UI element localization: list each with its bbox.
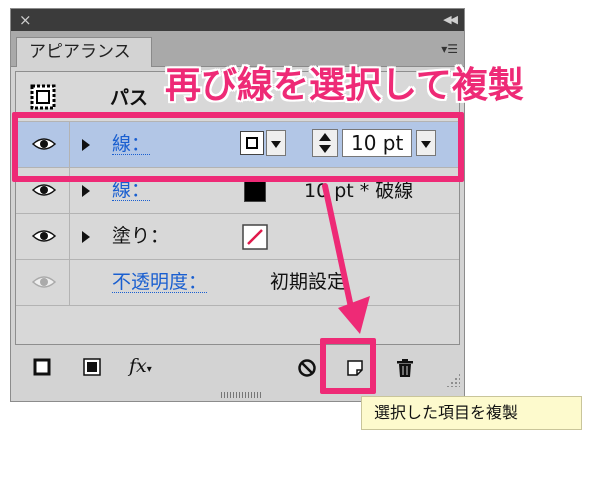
annotation-title: 再び線を選択して複製 — [165, 65, 524, 106]
tooltip: 選択した項目を複製 — [361, 396, 582, 430]
